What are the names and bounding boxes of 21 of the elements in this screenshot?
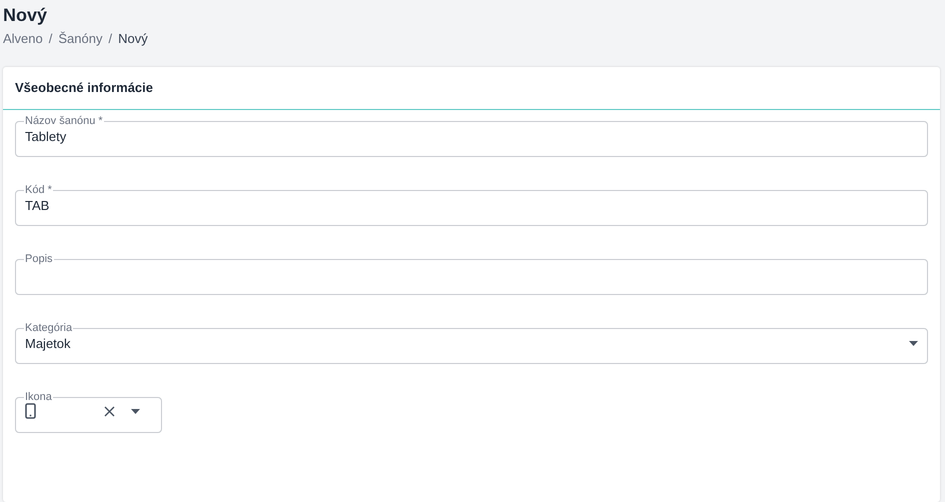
- field-label: Kód *: [24, 184, 53, 196]
- text-field[interactable]: Kód * TAB: [15, 184, 928, 226]
- field-label: Popis: [24, 253, 54, 265]
- text-field[interactable]: Popis: [15, 253, 928, 295]
- field-label: Ikona: [24, 391, 53, 403]
- field-label: Názov šanónu *: [24, 115, 104, 127]
- text-field[interactable]: Názov šanónu * Tablety: [15, 115, 928, 157]
- dropdown-caret-icon[interactable]: [909, 341, 918, 346]
- breadcrumb-current: Nový: [118, 30, 148, 48]
- smartphone-icon: [25, 403, 36, 419]
- icon-select-field[interactable]: Ikona: [15, 391, 162, 433]
- page-title: Nový: [3, 4, 48, 26]
- breadcrumb-link[interactable]: Šanóny: [58, 30, 102, 48]
- select-field[interactable]: Kategória Majetok: [15, 322, 928, 364]
- field-label: Kategória: [24, 322, 74, 334]
- clear-icon[interactable]: [104, 406, 115, 416]
- dropdown-caret-icon[interactable]: [131, 408, 140, 414]
- breadcrumb-separator: /: [48, 30, 52, 48]
- breadcrumb-separator: /: [108, 30, 112, 48]
- card-title: Všeobecné informácie: [15, 79, 153, 98]
- breadcrumb-link[interactable]: Alveno: [3, 30, 43, 48]
